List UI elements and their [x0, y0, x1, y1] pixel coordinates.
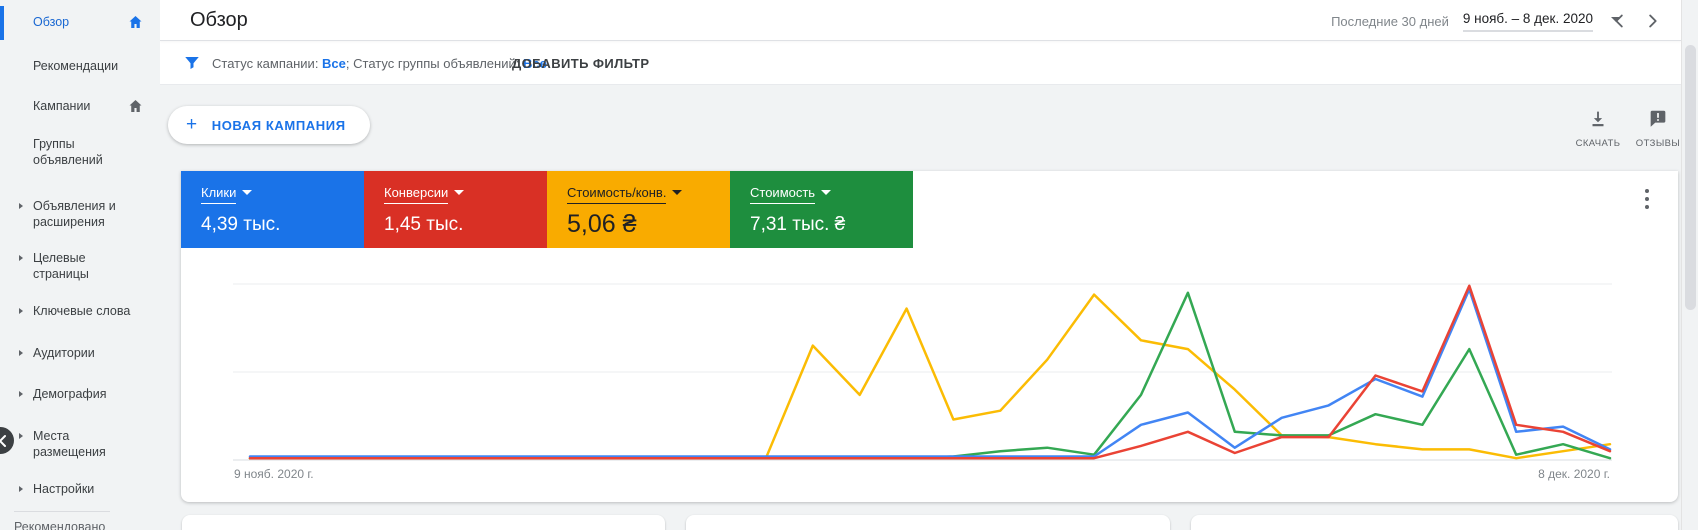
metric-value: 5,06 ₴ [567, 210, 637, 238]
home-icon [129, 16, 142, 28]
metric-card-conversions[interactable]: Конверсии 1,45 тыс. [364, 171, 547, 248]
sidebar-item-label: Настройки [33, 482, 95, 496]
metric-card-cost-per-conversion[interactable]: Стоимость/конв. 5,06 ₴ [547, 171, 730, 248]
date-range-preset: Последние 30 дней [1331, 14, 1449, 29]
filter-bar: Статус кампании: Все; Статус группы объя… [160, 41, 1681, 85]
metric-label: Стоимость [750, 185, 816, 204]
card-options-button[interactable] [1638, 185, 1656, 213]
chevron-right-icon[interactable] [19, 308, 23, 314]
page-title: Обзор [190, 9, 248, 31]
sidebar-item-ads-extensions[interactable]: Объявления и расширения [33, 198, 137, 230]
metric-value: 1,45 тыс. [384, 214, 464, 235]
metric-label: Клики [201, 185, 237, 204]
sidebar-item-label: Обзор [33, 15, 70, 29]
sidebar-item-label: Ключевые слова [33, 304, 131, 318]
metric-value: 7,31 тыс. ₴ [750, 214, 846, 235]
metric-card-clicks[interactable]: Клики 4,39 тыс. [181, 171, 364, 248]
sidebar-item-landing-pages[interactable]: Целевые страницы [33, 250, 137, 282]
overview-chart-card: Клики 4,39 тыс. Конверсии 1,45 тыс. Стои… [181, 171, 1678, 502]
feedback-label: ОТЗЫВЫ [1635, 138, 1681, 149]
filter-icon [185, 57, 199, 69]
metric-label: Конверсии [384, 185, 449, 204]
x-axis-end-label: 8 дек. 2020 г. [1538, 467, 1610, 481]
sidebar-item-recommendations[interactable]: Рекомендации [33, 58, 137, 74]
kebab-icon [1645, 189, 1649, 193]
download-label: СКАЧАТЬ [1575, 138, 1621, 149]
chevron-down-icon[interactable] [454, 190, 465, 196]
date-range-value[interactable]: 9 нояб. – 8 дек. 2020 [1462, 11, 1593, 32]
sidebar-item-keywords[interactable]: Ключевые слова [33, 303, 137, 319]
sidebar: Обзор Рекомендации Кампании Группы объяв… [0, 0, 160, 530]
date-range-picker[interactable]: Последние 30 дней 9 нояб. – 8 дек. 2020 [1331, 11, 1621, 32]
add-filter-button[interactable]: ДОБАВИТЬ ФИЛЬТР [512, 56, 649, 71]
filter-value: Все [322, 56, 346, 71]
sidebar-item-label: Объявления и расширения [33, 199, 116, 229]
sidebar-item-ad-groups[interactable]: Группы объявлений [33, 136, 137, 168]
page-header: Обзор Последние 30 дней 9 нояб. – 8 дек.… [160, 0, 1681, 41]
date-nav [1609, 10, 1663, 32]
x-axis-start-label: 9 нояб. 2020 г. [234, 467, 314, 481]
applied-filters[interactable]: Статус кампании: Все; Статус группы объя… [212, 56, 547, 71]
previous-period-button[interactable] [1609, 10, 1631, 32]
sidebar-item-label: Целевые страницы [33, 251, 89, 281]
chevron-down-icon[interactable] [821, 190, 832, 196]
new-campaign-label: НОВАЯ КАМПАНИЯ [211, 117, 346, 133]
chevron-right-icon[interactable] [19, 391, 23, 397]
sidebar-item-settings[interactable]: Настройки [33, 481, 137, 497]
plus-icon: + [186, 114, 198, 135]
chevron-right-icon[interactable] [19, 433, 23, 439]
chevron-left-icon [0, 435, 6, 447]
feedback-button[interactable]: ОТЗЫВЫ [1628, 108, 1688, 149]
filter-label: Статус группы объявлений: [353, 56, 523, 71]
chevron-down-icon[interactable] [242, 190, 253, 196]
chevron-right-icon[interactable] [19, 486, 23, 492]
sidebar-item-label: Аудитории [33, 346, 95, 360]
chevron-right-icon[interactable] [19, 350, 23, 356]
sidebar-item-label: Демография [33, 387, 107, 401]
home-icon [129, 100, 142, 112]
chevron-right-icon[interactable] [19, 255, 23, 261]
metric-card-cost[interactable]: Стоимость 7,31 тыс. ₴ [730, 171, 913, 248]
sidebar-item-campaigns[interactable]: Кампании [33, 98, 137, 114]
download-icon [1592, 111, 1604, 127]
vertical-scrollbar[interactable] [1681, 0, 1698, 530]
sidebar-footer-label: Рекомендовано [14, 520, 106, 530]
sidebar-item-audiences[interactable]: Аудитории [33, 345, 137, 361]
chevron-right-icon[interactable] [19, 203, 23, 209]
feedback-icon [1650, 110, 1666, 127]
sidebar-item-label: Группы объявлений [33, 137, 103, 167]
sidebar-item-label: Места размещения [33, 429, 106, 459]
active-item-indicator [0, 6, 4, 40]
chevron-down-icon[interactable] [672, 190, 683, 196]
bottom-card [1191, 515, 1678, 530]
download-button[interactable]: СКАЧАТЬ [1568, 108, 1628, 149]
new-campaign-button[interactable]: + НОВАЯ КАМПАНИЯ [168, 106, 370, 144]
bottom-card [182, 515, 665, 530]
sidebar-item-label: Кампании [33, 99, 91, 113]
divider [14, 511, 110, 512]
metric-label: Стоимость/конв. [567, 185, 667, 204]
sidebar-item-overview[interactable]: Обзор [33, 14, 137, 30]
bottom-card [686, 515, 1170, 530]
metric-value: 4,39 тыс. [201, 214, 281, 235]
filter-label: Статус кампании: [212, 56, 323, 71]
sidebar-item-label: Рекомендации [33, 59, 119, 73]
sidebar-item-placements[interactable]: Места размещения [33, 428, 137, 460]
next-period-button[interactable] [1641, 10, 1663, 32]
scrollbar-thumb[interactable] [1685, 45, 1696, 310]
sidebar-item-demographics[interactable]: Демография [33, 386, 137, 402]
